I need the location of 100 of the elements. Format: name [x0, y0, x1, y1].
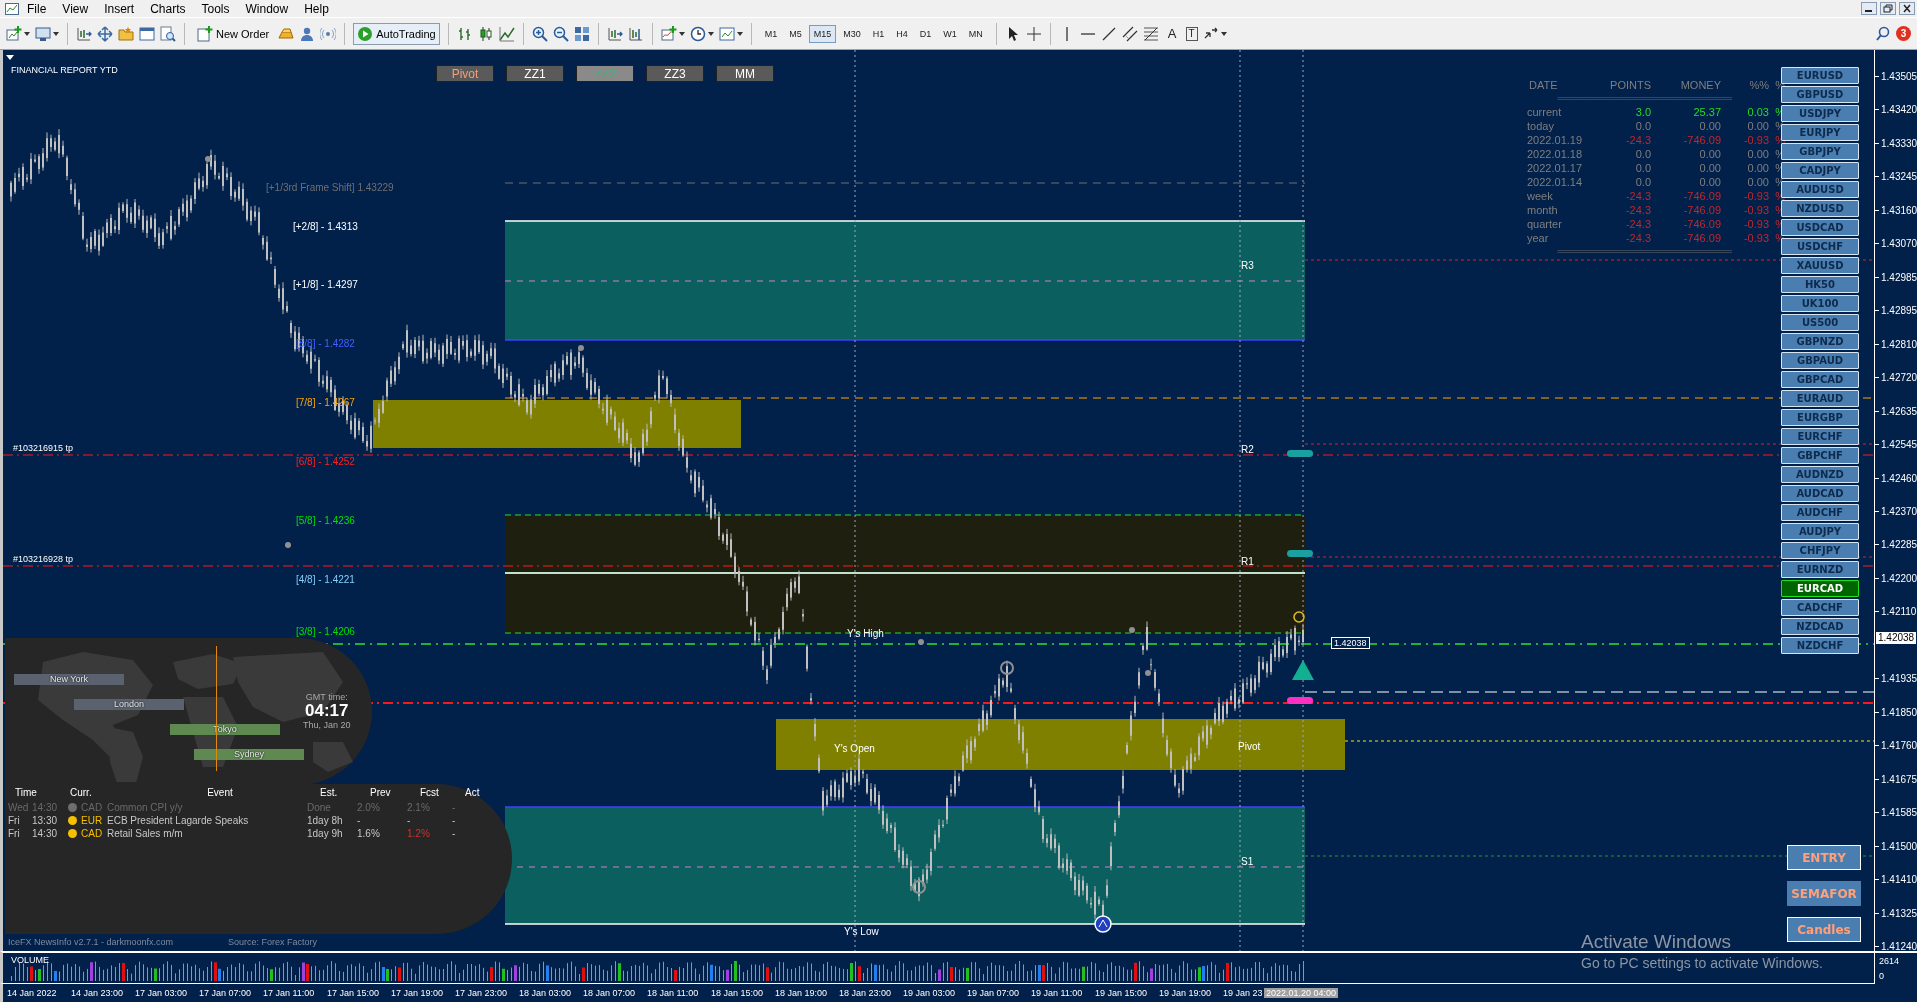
- symbol-button[interactable]: USDCHF: [1781, 238, 1859, 255]
- monitor-icon[interactable]: [35, 25, 51, 42]
- action-button[interactable]: SEMAFOR: [1787, 881, 1861, 906]
- symbol-button[interactable]: EURCHF: [1781, 428, 1859, 445]
- symbol-button[interactable]: GBPJPY: [1781, 143, 1859, 160]
- new-order-button[interactable]: New Order: [193, 22, 274, 45]
- symbol-button[interactable]: GBPCAD: [1781, 371, 1859, 388]
- symbol-button[interactable]: EURUSD: [1781, 67, 1859, 84]
- symbol-button[interactable]: GBPAUD: [1781, 352, 1859, 369]
- symbol-button[interactable]: CHFJPY: [1781, 542, 1859, 559]
- symbol-button[interactable]: XAUUSD: [1781, 257, 1859, 274]
- symbol-button[interactable]: EURCAD: [1781, 580, 1859, 597]
- caret-icon[interactable]: [24, 31, 30, 36]
- new-chart-icon[interactable]: [6, 25, 22, 42]
- ingot-icon[interactable]: [278, 25, 295, 42]
- clock-icon[interactable]: [689, 25, 706, 42]
- symbol-button[interactable]: AUDJPY: [1781, 523, 1859, 540]
- caret-icon[interactable]: [707, 31, 714, 36]
- action-button[interactable]: ENTRY: [1787, 845, 1861, 870]
- label-tool-button[interactable]: T: [1185, 26, 1198, 41]
- magnifier-document-icon[interactable]: [160, 25, 176, 42]
- caret-icon[interactable]: [1220, 31, 1227, 36]
- symbol-button[interactable]: GBPUSD: [1781, 86, 1859, 103]
- symbol-button[interactable]: NZDCHF: [1781, 637, 1859, 654]
- caret-icon[interactable]: [678, 31, 685, 36]
- action-button[interactable]: Candles: [1787, 917, 1861, 942]
- symbol-button[interactable]: US500: [1781, 314, 1859, 331]
- arrows-cross-icon[interactable]: [97, 25, 113, 42]
- symbol-button[interactable]: NZDCAD: [1781, 618, 1859, 635]
- indicator-button[interactable]: MM: [716, 65, 774, 82]
- person-icon[interactable]: [299, 25, 316, 42]
- search-icon[interactable]: [1875, 25, 1891, 42]
- symbol-button[interactable]: GBPNZD: [1781, 333, 1859, 350]
- timeframe-button[interactable]: MN: [963, 24, 988, 43]
- menu-item[interactable]: Help: [296, 1, 337, 16]
- indicator-plus-icon[interactable]: [660, 25, 677, 42]
- indicator-button[interactable]: Pivot: [436, 65, 494, 82]
- menu-item[interactable]: View: [54, 1, 97, 16]
- symbol-button[interactable]: AUDCHF: [1781, 504, 1859, 521]
- symbol-button[interactable]: EURJPY: [1781, 124, 1859, 141]
- autotrading-button[interactable]: AutoTrading: [353, 22, 440, 45]
- symbol-button[interactable]: GBPCHF: [1781, 447, 1859, 464]
- indicator-marker: [1287, 450, 1313, 457]
- line-chart-icon[interactable]: [498, 25, 515, 42]
- menu-item[interactable]: Window: [237, 1, 297, 16]
- fibonacci-icon[interactable]: [1142, 25, 1159, 42]
- zoom-in-icon[interactable]: [531, 25, 548, 42]
- menu-item[interactable]: Charts: [142, 1, 194, 16]
- menu-item[interactable]: File: [19, 1, 55, 16]
- symbol-button[interactable]: USDJPY: [1781, 105, 1859, 122]
- timeframe-button[interactable]: W1: [938, 24, 962, 43]
- timeframe-button[interactable]: H1: [867, 24, 890, 43]
- symbol-button[interactable]: EURAUD: [1781, 390, 1859, 407]
- minimize-icon[interactable]: [1861, 2, 1877, 15]
- app-chart-icon[interactable]: [5, 2, 19, 15]
- symbol-button[interactable]: AUDNZD: [1781, 466, 1859, 483]
- template-icon[interactable]: [718, 25, 735, 42]
- close-icon[interactable]: [1899, 2, 1915, 15]
- indicator-button[interactable]: ZZ3: [646, 65, 704, 82]
- menu-item[interactable]: Tools: [193, 1, 238, 16]
- swing-point-marker: [285, 542, 291, 548]
- window-icon[interactable]: [139, 25, 155, 42]
- timeframe-button[interactable]: M5: [784, 24, 807, 43]
- symbol-button[interactable]: EURGBP: [1781, 409, 1859, 426]
- bar-chart-icon[interactable]: [456, 25, 473, 42]
- indicator-button[interactable]: ZZ1: [506, 65, 564, 82]
- zoom-out-icon[interactable]: [552, 25, 569, 42]
- broadcast-icon[interactable]: [320, 25, 337, 42]
- price-axis-label: 1.41500: [1875, 839, 1917, 853]
- row-label: current: [1526, 105, 1563, 119]
- timeframe-button[interactable]: M1: [759, 24, 783, 43]
- trendline-icon[interactable]: [1100, 25, 1117, 42]
- notification-badge[interactable]: 3: [1896, 26, 1911, 41]
- chart-shift-icon[interactable]: [627, 25, 644, 42]
- folder-star-icon[interactable]: [118, 25, 134, 42]
- channel-icon[interactable]: [1121, 25, 1138, 42]
- candles-icon[interactable]: [477, 25, 494, 42]
- symbol-button[interactable]: AUDCAD: [1781, 485, 1859, 502]
- chart-arrow-right-icon[interactable]: [76, 25, 92, 42]
- symbol-button[interactable]: NZDUSD: [1781, 200, 1859, 217]
- caret-icon[interactable]: [736, 31, 743, 36]
- symbol-button[interactable]: UK100: [1781, 295, 1859, 312]
- symbol-button[interactable]: USDCAD: [1781, 219, 1859, 236]
- caret-icon[interactable]: [53, 31, 59, 36]
- timeframe-button[interactable]: M30: [838, 24, 866, 43]
- symbol-button[interactable]: CADJPY: [1781, 162, 1859, 179]
- level-label: Y's Low: [844, 926, 879, 937]
- restore-icon[interactable]: [1880, 2, 1896, 15]
- symbol-button[interactable]: HK50: [1781, 276, 1859, 293]
- symbol-button[interactable]: CADCHF: [1781, 599, 1859, 616]
- text-tool-button[interactable]: A: [1163, 26, 1181, 41]
- timeframe-button[interactable]: H4: [891, 24, 913, 43]
- chart-arrow-right-icon[interactable]: [606, 25, 623, 42]
- symbol-button[interactable]: EURNZD: [1781, 561, 1859, 578]
- timeframe-button[interactable]: D1: [914, 24, 937, 43]
- tile-windows-icon[interactable]: [573, 25, 590, 42]
- document-plus-icon: [197, 25, 213, 42]
- menu-item[interactable]: Insert: [96, 1, 143, 16]
- timeframe-button[interactable]: M15: [808, 24, 837, 43]
- symbol-button[interactable]: AUDUSD: [1781, 181, 1859, 198]
